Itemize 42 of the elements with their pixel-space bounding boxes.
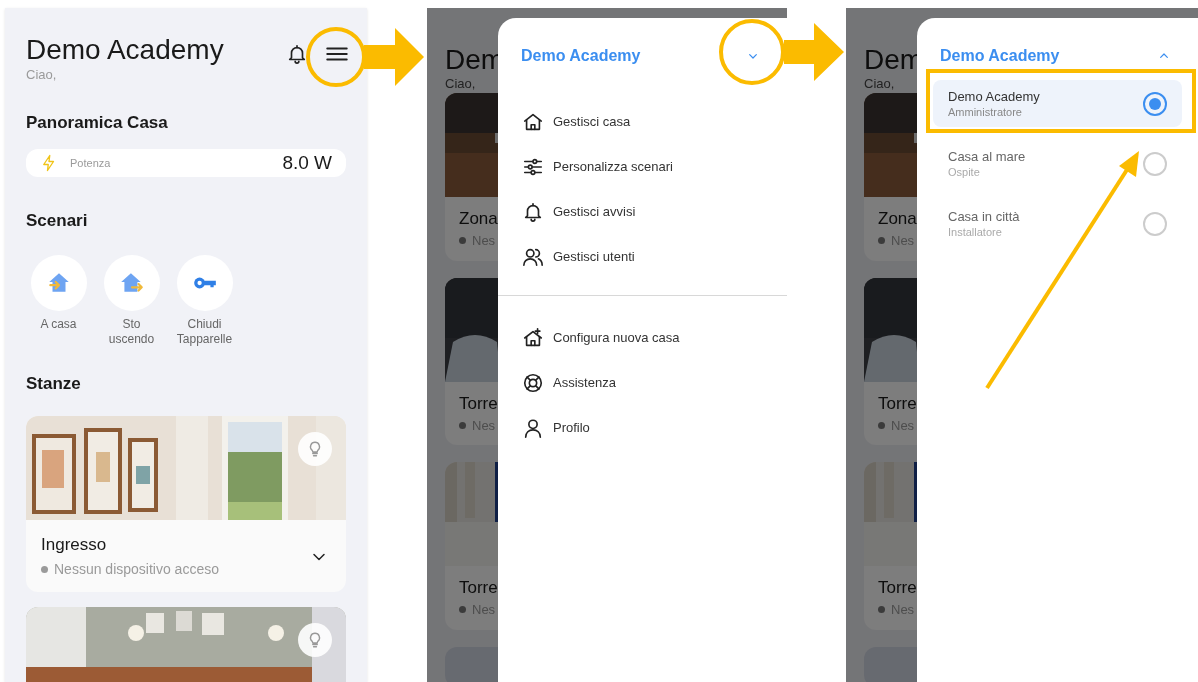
bell-icon: [522, 200, 544, 223]
user-icon: [522, 416, 544, 439]
greeting-text: Ciao,: [864, 76, 895, 92]
room-status: Nessun dispositivo acceso: [54, 560, 219, 579]
greeting-text: Ciao,: [445, 76, 476, 92]
room-name: Zona: [459, 208, 498, 230]
power-value: 8.0 W: [282, 150, 332, 175]
room-name: Ingresso: [41, 534, 108, 556]
scene-label: Sto uscendo: [107, 316, 156, 347]
arrow-drawing: [784, 23, 844, 81]
bell-icon: [286, 43, 308, 65]
radio-button: [1143, 151, 1167, 176]
scene-label: A casa: [39, 316, 78, 332]
house-plus-icon: [522, 326, 544, 349]
room-name: Torre: [459, 577, 498, 599]
power-label: Potenza: [70, 155, 112, 171]
lifebuoy-icon: [522, 371, 544, 394]
menu-item[interactable]: Personalizza scenari: [522, 154, 673, 179]
app-title: Demo Academy: [26, 34, 225, 66]
menu-item[interactable]: Configura nuova casa: [522, 325, 680, 350]
radio-button: [1143, 91, 1167, 116]
radio-button: [1143, 211, 1167, 236]
room-name: Zona: [878, 208, 917, 230]
room-name: Torre: [878, 392, 917, 415]
section-heading: Panoramica Casa: [25, 112, 169, 134]
menu-item[interactable]: Gestisci utenti: [522, 244, 635, 269]
home-option[interactable]: Demo Academy Amministratore: [933, 80, 1182, 127]
highlight-circle: [719, 19, 785, 85]
greeting-text: Ciao,: [26, 66, 57, 84]
room-name: Torre: [459, 392, 498, 415]
home-name: Demo Academy: [521, 46, 642, 66]
section-heading: Stanze: [25, 372, 82, 395]
menu-item[interactable]: Gestisci casa: [522, 109, 631, 134]
section-heading: Scenari: [25, 210, 89, 232]
menu-item[interactable]: Assistenza: [522, 370, 616, 395]
menu-item[interactable]: Profilo: [522, 415, 590, 440]
home-name: Demo Academy: [940, 46, 1061, 66]
arrow-drawing: [364, 28, 424, 86]
menu-item[interactable]: Gestisci avvisi: [522, 199, 636, 224]
room-name: Torre: [878, 577, 917, 599]
scene-label: Chiudi Tapparelle: [175, 316, 234, 347]
highlight-circle: [306, 27, 366, 87]
